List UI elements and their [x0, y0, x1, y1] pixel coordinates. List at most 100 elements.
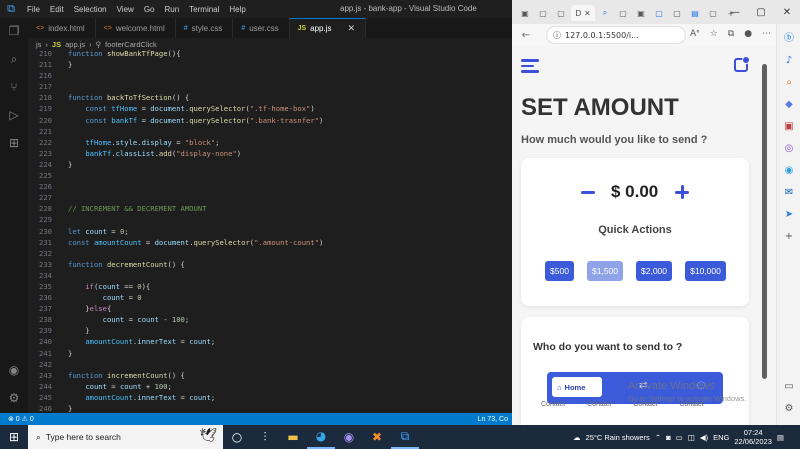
code-line[interactable]: 210 function showBankTfPage(){ [28, 48, 512, 59]
outlook-icon[interactable]: ✉ [782, 186, 796, 200]
windows-start-icon[interactable]: ⊞ [0, 430, 28, 444]
code-line[interactable]: 226 [28, 181, 512, 192]
code-line[interactable]: 244 count = count + 100; [28, 381, 512, 392]
search-icon[interactable]: ⌕ [7, 52, 21, 66]
page-scrollbar[interactable] [762, 64, 767, 379]
nav-home-button[interactable]: ⌂ Home [552, 377, 602, 397]
code-line[interactable]: 246} [28, 403, 512, 413]
split-screen-icon[interactable]: ▭ [782, 380, 796, 394]
browser-tab[interactable]: ▢ [705, 5, 721, 21]
browser-tab[interactable]: ▢ [651, 5, 667, 21]
widgets-icon[interactable]: ⫶ [251, 425, 279, 449]
taskbar-search-box[interactable]: ⌕ Type here to search 🕊 [28, 425, 223, 449]
maximize-icon[interactable]: ▢ [748, 0, 774, 24]
info-icon[interactable]: ⓘ [553, 30, 561, 41]
add-sidebar-icon[interactable]: + [782, 230, 796, 244]
tools-briefcase-icon[interactable]: ▣ [782, 120, 796, 134]
menu-selection[interactable]: Selection [69, 5, 112, 14]
search-sidebar-icon[interactable]: ⌕ [782, 76, 796, 90]
microsoft365-icon[interactable]: ◉ [782, 164, 796, 178]
back-arrow-icon[interactable]: ← [518, 30, 534, 41]
hamburger-menu-icon[interactable] [521, 59, 541, 73]
code-line[interactable]: 235 if(count == 0){ [28, 281, 512, 292]
show-hidden-icons-chevron-icon[interactable]: ⌃ [655, 433, 661, 442]
menu-view[interactable]: View [112, 5, 139, 14]
task-view-icon[interactable]: ○ [223, 425, 251, 449]
code-line[interactable]: 211} [28, 59, 512, 70]
notifications-icon[interactable]: ▤ [777, 433, 784, 442]
address-bar[interactable]: ⓘ 127.0.0.1:5500/i... [546, 26, 686, 44]
browser-tab[interactable]: ▢ [535, 5, 551, 21]
browser-tab-active[interactable]: D ✕ [571, 5, 595, 21]
code-line[interactable]: 225 [28, 170, 512, 181]
contact-item[interactable]: Contact [587, 401, 611, 408]
menu-terminal[interactable]: Terminal [184, 5, 224, 14]
code-line[interactable]: 218 function backToTfSection() { [28, 92, 512, 103]
xampp-icon[interactable]: ✖ [363, 425, 391, 449]
menu-go[interactable]: Go [139, 5, 160, 14]
code-line[interactable]: 234 [28, 270, 512, 281]
contact-item[interactable]: Contact [541, 401, 565, 408]
menu-file[interactable]: File [22, 5, 45, 14]
code-line[interactable]: 241} [28, 348, 512, 359]
explorer-icon[interactable]: ❐ [7, 24, 21, 38]
tab-index-html[interactable]: <> index.html [28, 18, 96, 38]
tray-app-icon[interactable]: ◙ [666, 433, 671, 442]
increment-button[interactable] [675, 185, 689, 199]
code-line[interactable]: 230 let count = 0; [28, 226, 512, 237]
code-line[interactable]: 220 const bankTf = document.querySelecto… [28, 115, 512, 126]
code-line[interactable]: 245 amountCount.innerText = count; [28, 392, 512, 403]
code-line[interactable]: 243 function incrementCount() { [28, 370, 512, 381]
browser-tab[interactable]: ▢ [669, 5, 685, 21]
quick-amount-500-button[interactable]: $500 [545, 261, 574, 281]
file-explorer-icon[interactable]: ▬ [279, 425, 307, 449]
quick-amount-2000-button[interactable]: $2,000 [636, 261, 672, 281]
menu-edit[interactable]: Edit [45, 5, 69, 14]
minimize-icon[interactable]: — [722, 0, 748, 24]
send-icon[interactable]: ➤ [782, 208, 796, 222]
close-window-icon[interactable]: ✕ [774, 0, 800, 24]
vscode-taskbar-icon[interactable]: ⧉ [391, 425, 419, 449]
notifications-bell-icon[interactable]: ♪ [782, 54, 796, 68]
menu-run[interactable]: Run [159, 5, 184, 14]
code-line[interactable]: 242 [28, 359, 512, 370]
tab-style-css[interactable]: # style.css [176, 18, 234, 38]
quick-amount-1500-button[interactable]: $1,500 [587, 261, 623, 281]
extensions-icon[interactable]: ⊞ [7, 136, 21, 150]
code-line[interactable]: 229 [28, 214, 512, 225]
settings-gear-icon[interactable]: ⚙ [7, 391, 21, 405]
notification-edit-icon[interactable] [734, 56, 750, 72]
problems-indicator[interactable]: ⊗ 0 ⚠ 0 [0, 415, 34, 423]
code-line[interactable]: 221 [28, 126, 512, 137]
cursor-position[interactable]: Ln 73, Co [478, 416, 508, 423]
tab-welcome-html[interactable]: <> welcome.html [96, 18, 176, 38]
network-icon[interactable]: ◫ [688, 433, 695, 442]
code-line[interactable]: 232 [28, 248, 512, 259]
clock[interactable]: 07:24 22/06/2023 [734, 428, 772, 446]
code-line[interactable]: 223 bankTf.classList.add("display-none") [28, 148, 512, 159]
browser-tab[interactable]: ▣ [633, 5, 649, 21]
games-icon[interactable]: ◎ [782, 142, 796, 156]
tab-user-css[interactable]: # user.css [233, 18, 290, 38]
code-line[interactable]: 231 const amountCount = document.querySel… [28, 237, 512, 248]
search-icon[interactable]: ⌕ [597, 5, 613, 21]
decrement-button[interactable] [581, 191, 595, 194]
quick-amount-10000-button[interactable]: $10,000 [685, 261, 726, 281]
shopping-tag-icon[interactable]: ◆ [782, 98, 796, 112]
extensions-icon[interactable]: ⧉ [728, 29, 734, 39]
code-editor[interactable]: 210 function showBankTfPage(){211} 216 217 2… [28, 48, 512, 413]
code-line[interactable]: 224} [28, 159, 512, 170]
run-debug-icon[interactable]: ▷ [7, 108, 21, 122]
weather-text[interactable]: 25°C Rain showers [586, 433, 650, 442]
code-line[interactable]: 219 const tfHome = document.querySelecto… [28, 103, 512, 114]
more-options-icon[interactable]: ⋯ [762, 29, 771, 39]
profile-avatar-icon[interactable]: ● [744, 29, 752, 39]
menu-help[interactable]: Help [224, 5, 250, 14]
code-line[interactable]: 238 count = count - 100; [28, 314, 512, 325]
tab-app-js[interactable]: JS app.js ✕ [289, 18, 367, 38]
volume-icon[interactable]: ◀) [700, 433, 708, 442]
browser-tab[interactable]: ▤ [687, 5, 703, 21]
tab-actions-icon[interactable]: ▣ [517, 5, 533, 21]
favorite-star-icon[interactable]: ☆ [710, 29, 718, 39]
battery-icon[interactable]: ▭ [676, 433, 683, 442]
